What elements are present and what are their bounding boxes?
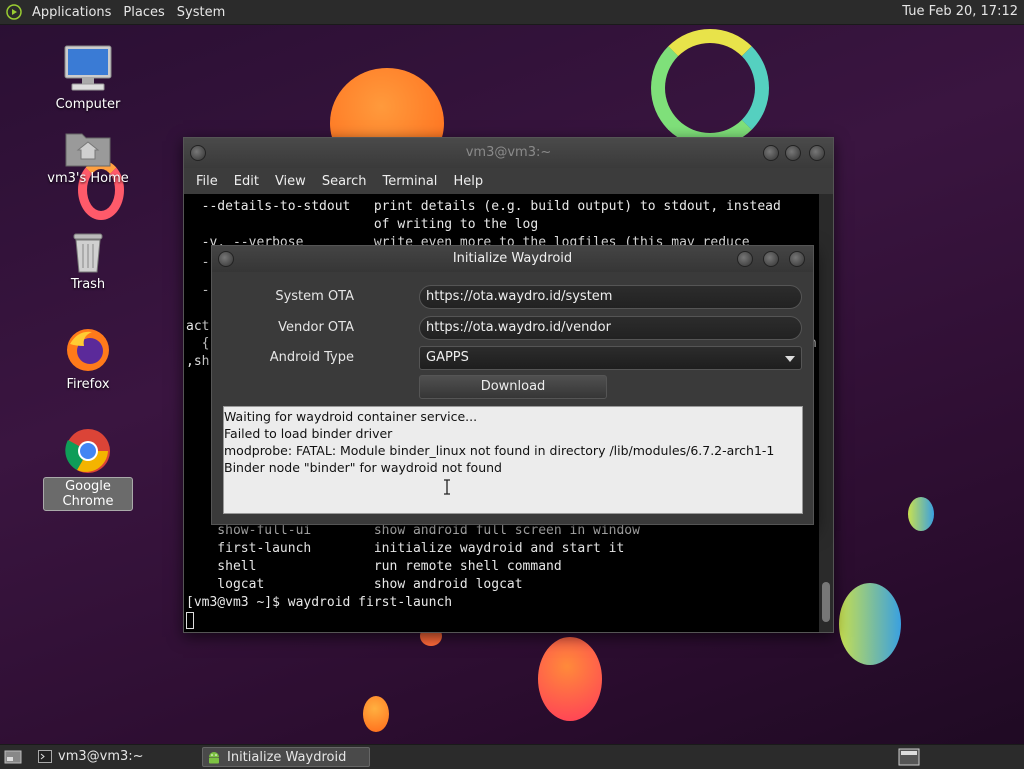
places-menu[interactable]: Places [117, 5, 170, 20]
show-desktop-icon[interactable] [4, 749, 22, 765]
menu-file[interactable]: File [188, 174, 226, 189]
distro-logo-icon[interactable] [6, 4, 22, 20]
trash-icon [73, 233, 103, 273]
terminal-line: of writing to the log [186, 217, 539, 232]
taskbar-item-initialize-waydroid[interactable]: Initialize Waydroid [202, 747, 370, 767]
decor-green-blob [839, 583, 901, 665]
system-menu[interactable]: System [171, 5, 231, 20]
terminal-menubar: File Edit View Search Terminal Help [184, 168, 833, 194]
terminal-line: shell run remote shell command [186, 559, 562, 574]
terminal-prompt-line: [vm3@vm3 ~]$ waydroid first-launch [186, 595, 453, 610]
top-panel: Applications Places System Tue Feb 20, 1… [0, 0, 1024, 25]
decor-ring [651, 29, 769, 147]
scrollbar-thumb[interactable] [822, 582, 830, 622]
log-line: Binder node "binder" for waydroid not fo… [224, 460, 502, 475]
terminal-titlebar[interactable]: vm3@vm3:~ [184, 138, 833, 168]
desktop-icon-chrome[interactable]: Google Chrome [43, 427, 133, 511]
window-menu-button[interactable] [218, 251, 234, 267]
home-folder-icon [65, 133, 111, 167]
terminal-line: logcat show android logcat [186, 577, 523, 592]
android-type-value: GAPPS [426, 350, 469, 365]
menu-view[interactable]: View [267, 174, 314, 189]
android-icon [209, 752, 219, 764]
window-menu-button[interactable] [190, 145, 206, 161]
menu-edit[interactable]: Edit [226, 174, 267, 189]
minimize-button[interactable] [763, 145, 779, 161]
terminal-cursor [186, 612, 194, 629]
system-ota-label: System OTA [275, 289, 354, 304]
desktop-icon-label: Google Chrome [43, 477, 133, 511]
download-button[interactable]: Download [419, 375, 607, 399]
android-type-select[interactable]: GAPPS [419, 346, 802, 370]
desktop-icon-home[interactable]: vm3's Home [43, 128, 133, 187]
decor-teal-blob [908, 497, 934, 531]
log-line: Waiting for waydroid container service..… [224, 409, 478, 424]
desktop-icon-computer[interactable]: Computer [43, 44, 133, 113]
dialog-titlebar[interactable]: Initialize Waydroid [212, 246, 813, 272]
menu-terminal[interactable]: Terminal [374, 174, 445, 189]
minimize-button[interactable] [737, 251, 753, 267]
initialize-waydroid-dialog[interactable]: Initialize Waydroid System OTA https://o… [211, 245, 814, 525]
taskbar-item-label: Initialize Waydroid [227, 750, 347, 765]
applications-menu[interactable]: Applications [26, 5, 117, 20]
terminal-line: --details-to-stdout print details (e.g. … [186, 199, 781, 214]
decor-red-blob [538, 637, 602, 721]
decor-small-orange-blob [363, 696, 389, 732]
log-line: Failed to load binder driver [224, 426, 393, 441]
terminal-line: - [186, 255, 210, 270]
desktop-icon-firefox[interactable]: Firefox [43, 326, 133, 393]
clock[interactable]: Tue Feb 20, 17:12 [902, 4, 1018, 19]
computer-icon [64, 45, 112, 91]
desktop-icon-label: Computer [55, 97, 121, 112]
close-button[interactable] [789, 251, 805, 267]
android-type-label: Android Type [269, 350, 354, 365]
menu-search[interactable]: Search [314, 174, 375, 189]
vendor-ota-input[interactable]: https://ota.waydro.id/vendor [419, 316, 802, 340]
maximize-button[interactable] [785, 145, 801, 161]
terminal-icon [38, 750, 52, 763]
chrome-icon [65, 429, 110, 473]
text-cursor-icon [444, 479, 450, 495]
workspace-switcher-icon[interactable] [898, 748, 920, 766]
dialog-title: Initialize Waydroid [452, 251, 573, 266]
desktop-icon-label: Firefox [66, 377, 110, 392]
chevron-down-icon [785, 356, 795, 362]
log-output[interactable]: Waiting for waydroid container service..… [223, 406, 803, 514]
terminal-line: first-launch initialize waydroid and sta… [186, 541, 625, 556]
close-button[interactable] [809, 145, 825, 161]
firefox-icon [67, 329, 109, 371]
system-ota-input[interactable]: https://ota.waydro.id/system [419, 285, 802, 309]
vendor-ota-label: Vendor OTA [278, 320, 354, 335]
terminal-scrollbar[interactable] [819, 194, 833, 632]
log-line: modprobe: FATAL: Module binder_linux not… [224, 443, 775, 458]
maximize-button[interactable] [763, 251, 779, 267]
desktop-icon-trash[interactable]: Trash [43, 230, 133, 293]
terminal-title: vm3@vm3:~ [465, 145, 552, 160]
taskbar-item-terminal[interactable]: vm3@vm3:~ [34, 747, 194, 767]
taskbar-item-label: vm3@vm3:~ [58, 749, 144, 764]
bottom-taskbar: vm3@vm3:~ Initialize Waydroid [0, 744, 1024, 769]
menu-help[interactable]: Help [445, 174, 491, 189]
desktop-icon-label: vm3's Home [47, 171, 129, 186]
desktop-icon-label: Trash [70, 277, 106, 292]
